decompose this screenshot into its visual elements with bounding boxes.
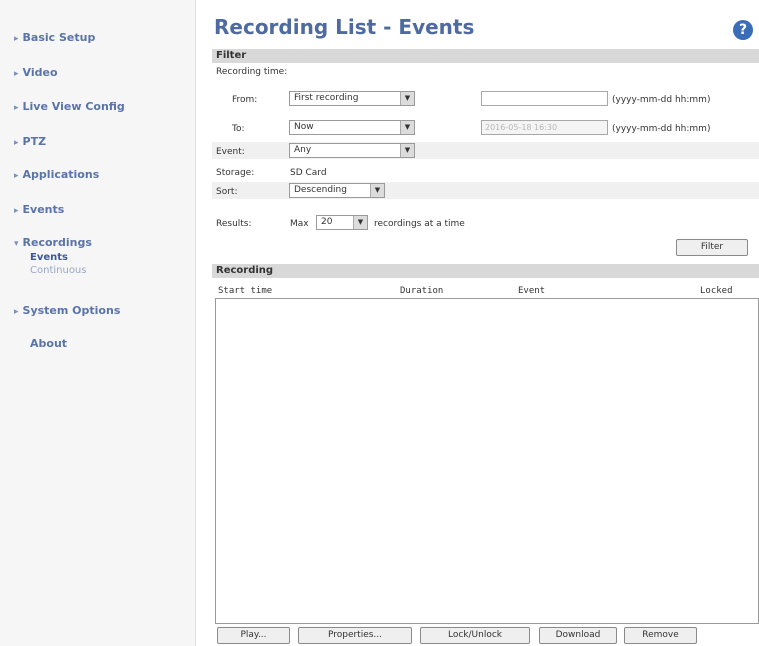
storage-value: SD Card bbox=[290, 168, 327, 178]
column-duration[interactable]: Duration bbox=[400, 286, 443, 296]
sidebar-subitem-events[interactable]: Events bbox=[30, 252, 68, 263]
chevron-down-icon: ▼ bbox=[400, 144, 414, 157]
from-date-input[interactable] bbox=[481, 91, 608, 106]
chevron-right-icon: ▸ bbox=[14, 171, 19, 181]
chevron-right-icon: ▸ bbox=[14, 307, 19, 317]
sidebar-item-label: Basic Setup bbox=[22, 31, 96, 44]
sidebar-item-recordings[interactable]: ▾ Recordings bbox=[14, 236, 92, 249]
chevron-right-icon: ▸ bbox=[14, 206, 19, 216]
filter-button[interactable]: Filter bbox=[676, 239, 748, 256]
properties-button[interactable]: Properties... bbox=[298, 627, 412, 644]
column-locked[interactable]: Locked bbox=[700, 286, 733, 296]
lock-unlock-button[interactable]: Lock/Unlock bbox=[420, 627, 530, 644]
event-select-value: Any bbox=[294, 145, 312, 155]
from-select[interactable]: First recording ▼ bbox=[289, 91, 415, 106]
sidebar-item-applications[interactable]: ▸ Applications bbox=[14, 168, 99, 181]
chevron-down-icon: ▼ bbox=[400, 121, 414, 134]
chevron-right-icon: ▸ bbox=[14, 103, 19, 113]
chevron-down-icon: ▼ bbox=[353, 216, 367, 229]
to-label: To: bbox=[232, 124, 245, 134]
chevron-right-icon: ▸ bbox=[14, 34, 19, 44]
chevron-down-icon: ▼ bbox=[400, 92, 414, 105]
download-button[interactable]: Download bbox=[539, 627, 617, 644]
event-label: Event: bbox=[216, 147, 245, 157]
from-format-hint: (yyyy-mm-dd hh:mm) bbox=[612, 95, 711, 105]
sidebar-item-label: About bbox=[30, 337, 68, 350]
sort-select[interactable]: Descending ▼ bbox=[289, 183, 385, 198]
filter-section-header: Filter bbox=[212, 49, 759, 63]
play-button[interactable]: Play... bbox=[217, 627, 290, 644]
results-prefix: Max bbox=[290, 219, 309, 229]
sidebar-item-system-options[interactable]: ▸ System Options bbox=[14, 304, 120, 317]
column-event[interactable]: Event bbox=[518, 286, 545, 296]
results-label: Results: bbox=[216, 219, 252, 229]
recording-list-header: Start time Duration Event Locked bbox=[212, 284, 759, 298]
help-icon[interactable]: ? bbox=[733, 20, 753, 40]
sidebar-item-label: Events bbox=[22, 203, 65, 216]
page-title: Recording List - Events bbox=[214, 15, 475, 39]
column-start-time[interactable]: Start time bbox=[218, 286, 272, 296]
recording-listbox[interactable] bbox=[215, 298, 759, 624]
sidebar-item-label: PTZ bbox=[22, 135, 47, 148]
sidebar-item-basic-setup[interactable]: ▸ Basic Setup bbox=[14, 31, 95, 44]
from-label: From: bbox=[232, 95, 258, 105]
event-select[interactable]: Any ▼ bbox=[289, 143, 415, 158]
sidebar-item-ptz[interactable]: ▸ PTZ bbox=[14, 135, 46, 148]
sidebar-item-label: Video bbox=[22, 66, 58, 79]
sidebar-item-about[interactable]: About bbox=[30, 337, 67, 350]
sidebar: ▸ Basic Setup ▸ Video ▸ Live View Config ▸ P… bbox=[0, 0, 196, 646]
results-max-select[interactable]: 20 ▼ bbox=[316, 215, 368, 230]
results-max-value: 20 bbox=[321, 217, 333, 227]
sort-label: Sort: bbox=[216, 187, 238, 197]
sidebar-item-label: Applications bbox=[22, 168, 100, 181]
sidebar-item-events[interactable]: ▸ Events bbox=[14, 203, 64, 216]
recording-section-header: Recording bbox=[212, 264, 759, 278]
to-select-value: Now bbox=[294, 122, 314, 132]
from-select-value: First recording bbox=[294, 93, 359, 103]
chevron-right-icon: ▸ bbox=[14, 69, 19, 79]
to-date-input[interactable]: 2016-05-18 16:30 bbox=[481, 120, 608, 135]
results-suffix: recordings at a time bbox=[374, 219, 465, 229]
sort-select-value: Descending bbox=[294, 185, 347, 195]
chevron-down-icon: ▾ bbox=[14, 239, 19, 249]
chevron-right-icon: ▸ bbox=[14, 138, 19, 148]
to-select[interactable]: Now ▼ bbox=[289, 120, 415, 135]
sidebar-subitem-continuous[interactable]: Continuous bbox=[30, 265, 86, 276]
sidebar-item-label: System Options bbox=[22, 304, 121, 317]
sidebar-item-label: Live View Config bbox=[22, 100, 125, 113]
sidebar-item-video[interactable]: ▸ Video bbox=[14, 66, 58, 79]
recording-time-label: Recording time: bbox=[216, 67, 288, 77]
chevron-down-icon: ▼ bbox=[370, 184, 384, 197]
storage-label: Storage: bbox=[216, 168, 255, 178]
sidebar-item-live-view-config[interactable]: ▸ Live View Config bbox=[14, 100, 125, 113]
to-format-hint: (yyyy-mm-dd hh:mm) bbox=[612, 124, 711, 134]
sidebar-item-label: Recordings bbox=[22, 236, 92, 249]
remove-button[interactable]: Remove bbox=[624, 627, 697, 644]
